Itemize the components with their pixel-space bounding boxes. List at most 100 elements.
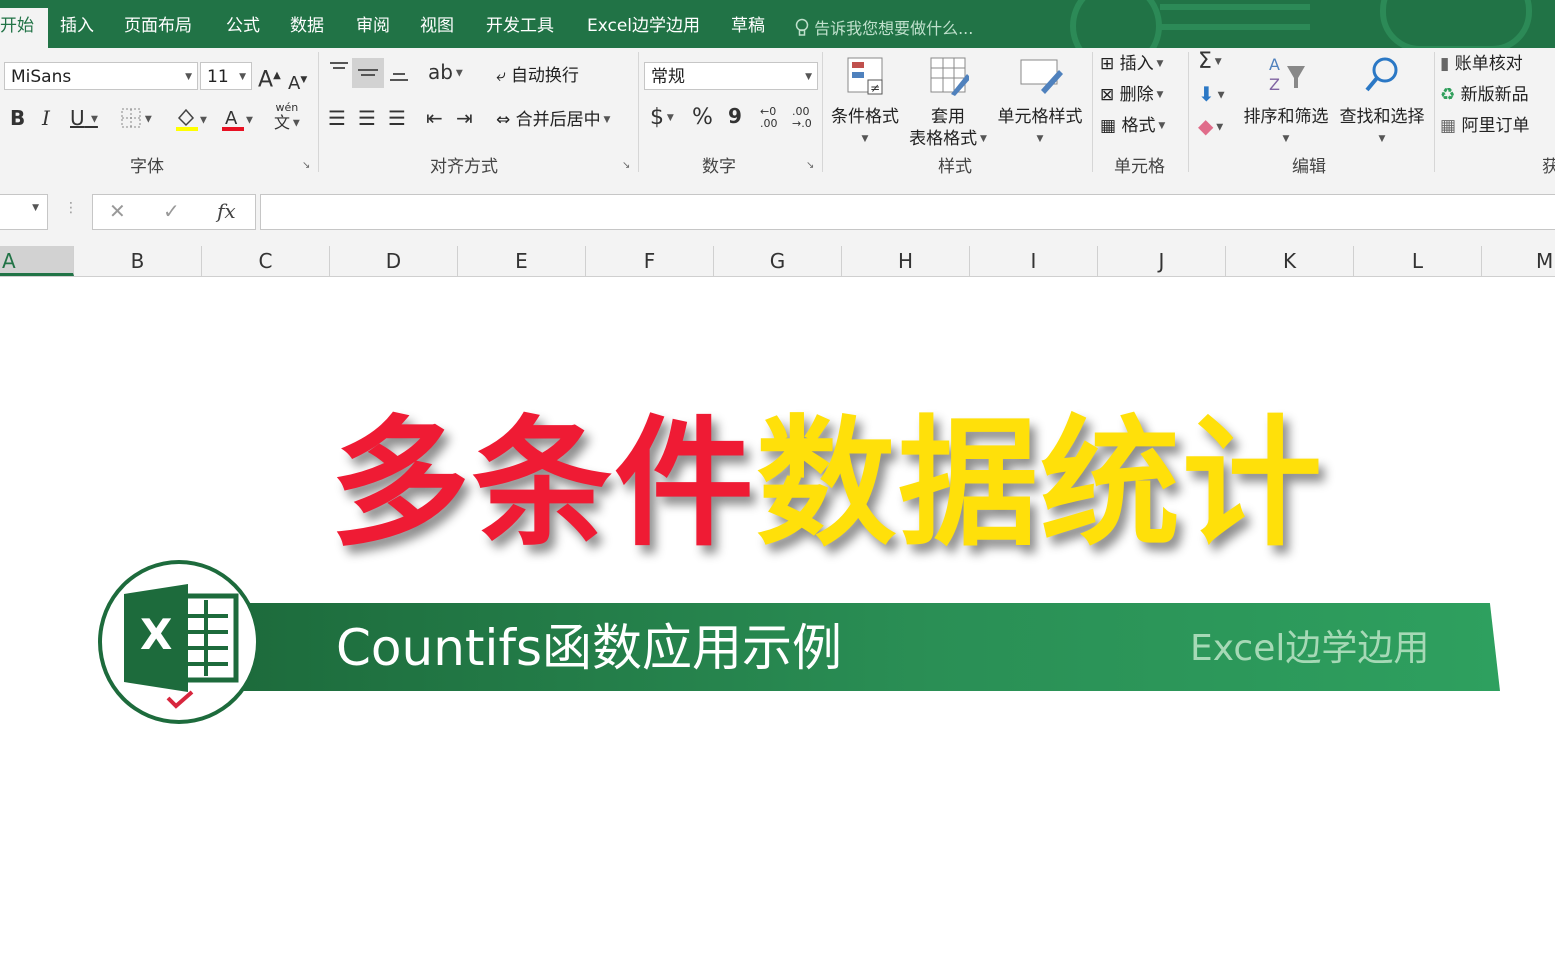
font-name-box[interactable]: MiSans ▼ bbox=[4, 62, 198, 90]
name-box[interactable]: ▼ bbox=[0, 194, 48, 230]
currency-button[interactable]: $ ▼ bbox=[650, 106, 674, 130]
align-center-button[interactable]: ☰ bbox=[358, 106, 376, 130]
align-right-button[interactable]: ☰ bbox=[388, 106, 406, 130]
column-header-i[interactable]: I bbox=[970, 246, 1098, 276]
tab-review[interactable]: 审阅 bbox=[356, 12, 390, 40]
column-header-e[interactable]: E bbox=[458, 246, 586, 276]
insert-function-button[interactable]: fx bbox=[217, 199, 236, 223]
decrease-indent-button[interactable]: ⇤ bbox=[426, 106, 443, 130]
phonetic-button[interactable]: wén 文 ▼ bbox=[274, 102, 300, 133]
column-header-h[interactable]: H bbox=[842, 246, 970, 276]
banner-brand: Excel边学边用 bbox=[1190, 628, 1430, 669]
align-middle-button[interactable] bbox=[352, 58, 384, 88]
align-bottom-button[interactable] bbox=[388, 62, 410, 89]
table-style-icon bbox=[906, 54, 990, 102]
new-product-button[interactable]: ♻ 新版新品 bbox=[1440, 83, 1529, 107]
decrease-decimal-button[interactable]: .00 →.0 bbox=[792, 106, 812, 130]
font-size-box[interactable]: 11 ▼ bbox=[200, 62, 252, 90]
italic-button[interactable]: I bbox=[42, 106, 50, 130]
splitter-handle[interactable]: ⋮ bbox=[64, 200, 78, 216]
dialog-launcher-icon[interactable]: ↘ bbox=[622, 160, 630, 171]
number-format-box[interactable]: 常规 ▼ bbox=[644, 62, 818, 90]
excel-logo: X bbox=[98, 560, 260, 724]
tab-page-layout[interactable]: 页面布局 bbox=[124, 12, 192, 40]
percent-button[interactable]: % bbox=[692, 106, 713, 130]
align-right-icon: ☰ bbox=[388, 106, 406, 130]
tab-data[interactable]: 数据 bbox=[290, 12, 324, 40]
align-top-button[interactable] bbox=[328, 60, 350, 85]
underline-button[interactable]: U ▼ bbox=[70, 106, 98, 132]
column-header-k[interactable]: K bbox=[1226, 246, 1354, 276]
tab-draft[interactable]: 草稿 bbox=[731, 12, 765, 40]
increase-decimal-button[interactable]: ←0.00 bbox=[760, 106, 778, 130]
background-decoration bbox=[1070, 0, 1162, 48]
tab-view[interactable]: 视图 bbox=[420, 12, 454, 40]
alignment-group-label: 对齐方式 bbox=[430, 157, 498, 177]
align-left-button[interactable]: ☰ bbox=[328, 106, 346, 130]
tab-developer[interactable]: 开发工具 bbox=[486, 12, 554, 40]
font-color-button[interactable]: A ▼ bbox=[220, 106, 253, 133]
fill-color-button[interactable]: ▼ bbox=[174, 106, 207, 133]
column-header-j[interactable]: J bbox=[1098, 246, 1226, 276]
column-header-b[interactable]: B bbox=[74, 246, 202, 276]
column-header-d[interactable]: D bbox=[330, 246, 458, 276]
reconcile-button[interactable]: ▮ 账单核对 bbox=[1440, 52, 1523, 76]
increase-indent-button[interactable]: ⇥ bbox=[456, 106, 473, 130]
column-header-m[interactable]: M bbox=[1482, 246, 1555, 276]
chevron-down-icon[interactable]: ▼ bbox=[32, 203, 39, 213]
tab-custom[interactable]: Excel边学边用 bbox=[587, 12, 700, 40]
eraser-icon: ◆ bbox=[1198, 114, 1214, 138]
tell-me-search[interactable]: 告诉我您想要做什么... bbox=[795, 15, 973, 39]
delete-cells-button[interactable]: ⊠ 删除 ▼ bbox=[1100, 83, 1163, 107]
comma-style-button[interactable]: 9 bbox=[728, 104, 742, 128]
column-header-a[interactable]: A bbox=[0, 246, 74, 276]
column-header-c[interactable]: C bbox=[202, 246, 330, 276]
banner-title-yellow: 数据统计 bbox=[756, 403, 1325, 566]
orientation-button[interactable]: ab ▼ bbox=[428, 60, 463, 86]
dialog-launcher-icon[interactable]: ↘ bbox=[302, 160, 310, 171]
ali-order-button[interactable]: ▦ 阿里订单 bbox=[1440, 114, 1529, 138]
banner-title: 多条件数据统计 bbox=[330, 400, 1324, 570]
merge-center-button[interactable]: ⇔ 合并后居中 ▼ bbox=[496, 108, 610, 132]
chevron-down-icon[interactable]: ▼ bbox=[185, 63, 192, 91]
formula-input[interactable] bbox=[260, 194, 1555, 230]
cell-styles-button[interactable]: 单元格样式 ▼ bbox=[994, 54, 1086, 150]
grow-font-button[interactable]: A▲ bbox=[258, 64, 281, 92]
shrink-font-button[interactable]: A▼ bbox=[288, 68, 307, 96]
tab-insert[interactable]: 插入 bbox=[60, 12, 94, 40]
column-header-g[interactable]: G bbox=[714, 246, 842, 276]
find-select-button[interactable]: 查找和选择 ▼ bbox=[1336, 54, 1428, 150]
align-middle-icon bbox=[352, 69, 384, 93]
group-divider bbox=[822, 52, 823, 172]
align-center-icon: ☰ bbox=[358, 106, 376, 130]
group-divider bbox=[1092, 52, 1093, 172]
sync-icon: ♻ bbox=[1440, 85, 1456, 105]
column-header-l[interactable]: L bbox=[1354, 246, 1482, 276]
dialog-launcher-icon[interactable]: ↘ bbox=[806, 160, 814, 171]
insert-cells-button[interactable]: ⊞ 插入 ▼ bbox=[1100, 52, 1163, 76]
column-header-f[interactable]: F bbox=[586, 246, 714, 276]
fill-button[interactable]: ⬇ ▼ bbox=[1198, 82, 1225, 108]
cancel-button[interactable]: ✕ bbox=[109, 199, 126, 223]
bold-button[interactable]: B bbox=[10, 106, 25, 130]
wrap-text-button[interactable]: ⤶ 自动换行 bbox=[496, 64, 579, 88]
conditional-formatting-button[interactable]: ≠ 条件格式 ▼ bbox=[828, 54, 902, 150]
tab-formulas[interactable]: 公式 bbox=[226, 12, 260, 40]
clear-button[interactable]: ◆ ▼ bbox=[1198, 114, 1223, 140]
sort-filter-icon: AZ bbox=[1240, 54, 1332, 102]
formula-buttons: ✕ ✓ fx bbox=[92, 194, 256, 230]
sort-filter-button[interactable]: AZ 排序和筛选 ▼ bbox=[1240, 54, 1332, 150]
format-cells-button[interactable]: ▦ 格式 ▼ bbox=[1100, 114, 1165, 138]
autosum-button[interactable]: Σ ▼ bbox=[1198, 50, 1222, 74]
banner-title-red: 多条件 bbox=[330, 403, 757, 566]
tab-home[interactable]: 开始 bbox=[0, 8, 48, 48]
svg-text:A: A bbox=[1269, 55, 1280, 74]
format-as-table-button[interactable]: 套用 表格格式 ▼ bbox=[906, 54, 990, 150]
chevron-down-icon[interactable]: ▼ bbox=[239, 63, 246, 91]
chevron-down-icon[interactable]: ▼ bbox=[805, 63, 812, 91]
enter-button[interactable]: ✓ bbox=[163, 199, 180, 223]
font-size-value: 11 bbox=[207, 67, 229, 87]
delete-cells-icon: ⊠ bbox=[1100, 85, 1115, 105]
border-button[interactable]: ▼ bbox=[120, 106, 152, 132]
group-divider bbox=[638, 52, 639, 172]
